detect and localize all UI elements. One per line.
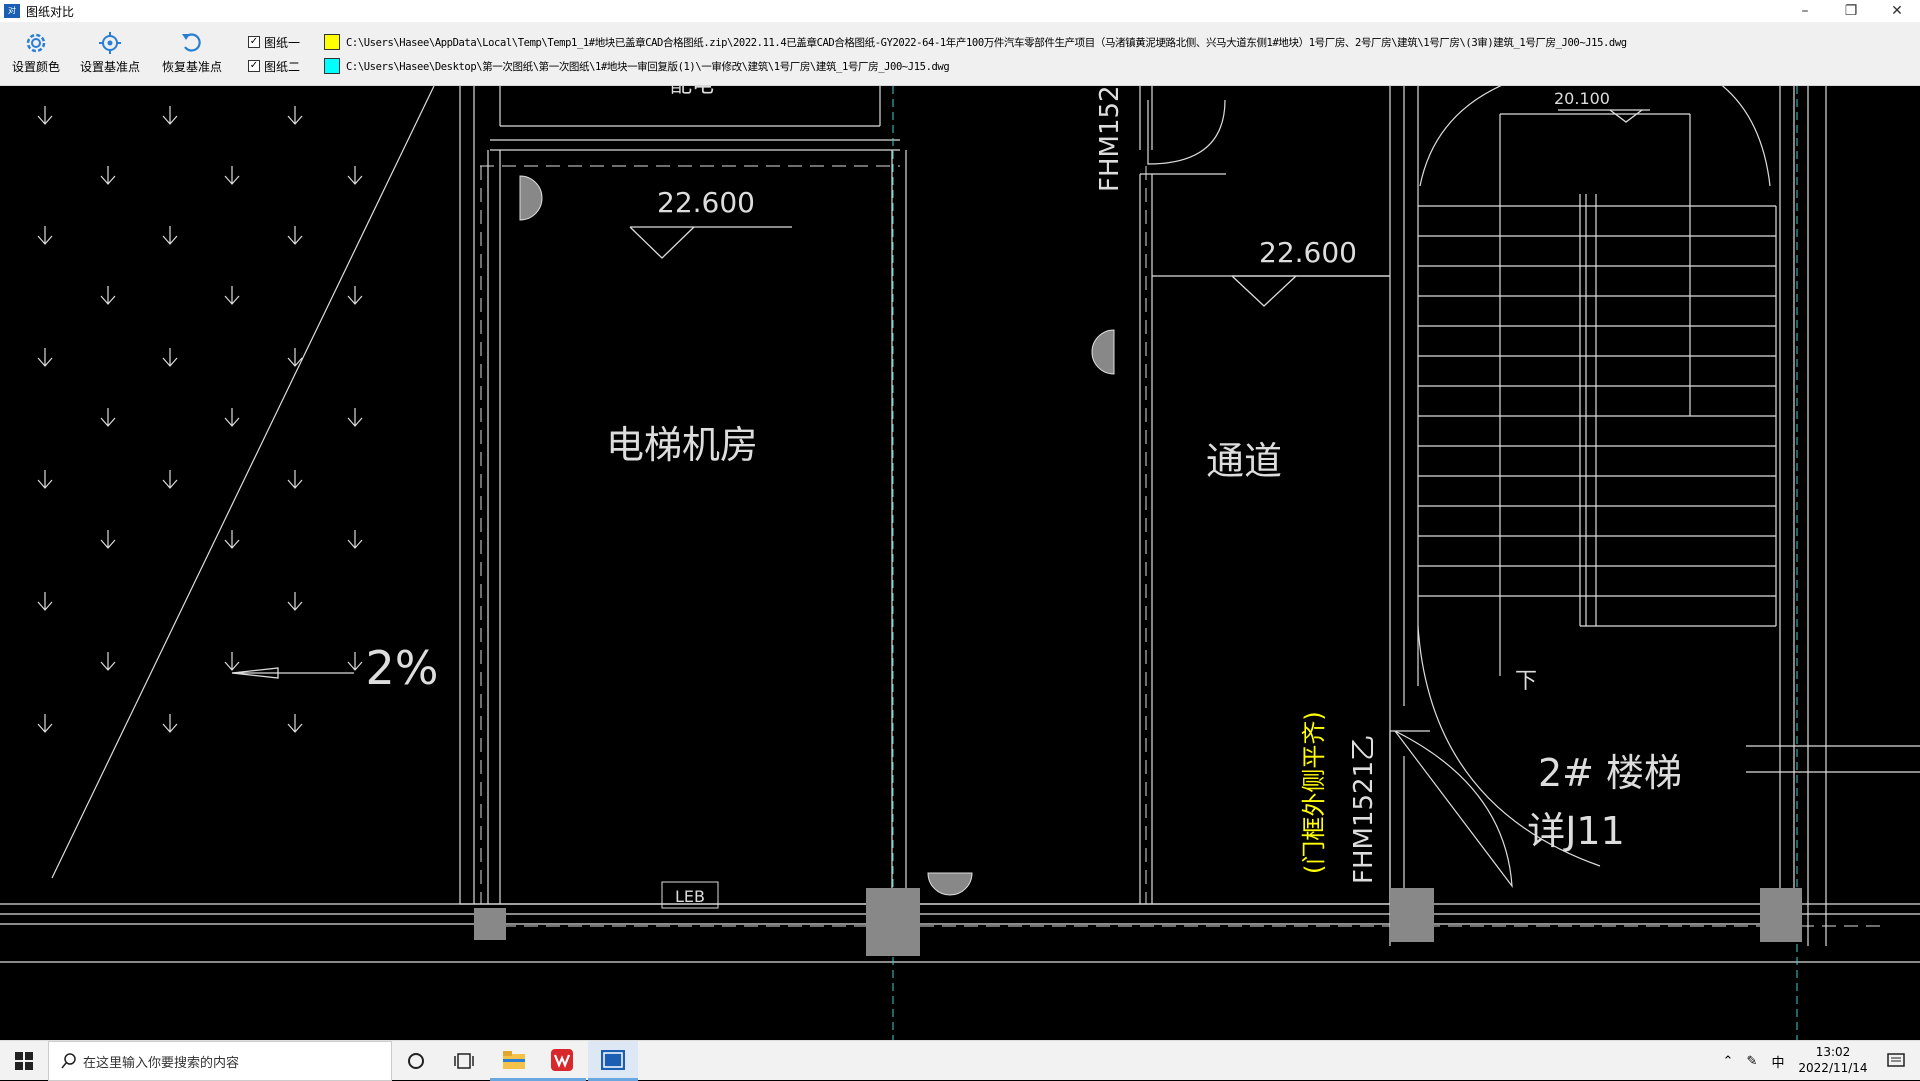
drawing-canvas[interactable]: 22.600 22.600 20.100 电梯机房 通道 2% 2# 楼梯 详J… — [0, 86, 1920, 1040]
set-basepoint-label: 设置基准点 — [79, 60, 140, 74]
level-symbols — [231, 109, 1650, 679]
window-controls: – ❐ ✕ — [1782, 0, 1920, 22]
window-title: 图纸对比 — [26, 4, 75, 19]
cortana-icon — [408, 1053, 424, 1069]
door-note: (门框外侧平齐) — [1300, 711, 1328, 874]
notification-button[interactable] — [1876, 1041, 1916, 1081]
doors — [1147, 99, 1513, 888]
file1-name: 图纸一 — [264, 35, 301, 50]
door-top-label: FHM1521乙 — [1095, 86, 1125, 192]
dashed-lines — [480, 165, 1880, 927]
taskbar: 在这里输入你要搜索的内容 ⌃ ✎ 中 13:02 2022/11/14 — [0, 1040, 1920, 1081]
fixtures — [519, 175, 1115, 909]
level-left: 22.600 — [657, 186, 755, 219]
clock-time: 13:02 — [1815, 1045, 1851, 1059]
file2-checkbox[interactable]: ✓ — [248, 60, 260, 72]
file1-path: C:\Users\Hasee\AppData\Local\Temp\Temp1_… — [346, 36, 1627, 49]
set-color-label: 设置颜色 — [11, 60, 60, 74]
stair-down: 下 — [1515, 669, 1537, 694]
minimize-button[interactable]: – — [1782, 0, 1828, 22]
windows-icon — [15, 1052, 33, 1070]
set-color-button[interactable]: 设置颜色 — [0, 30, 72, 80]
app-icon: 对 — [4, 4, 20, 18]
system-tray: ⌃ ✎ 中 — [1718, 1041, 1790, 1081]
taskbar-cad-compare[interactable] — [588, 1041, 638, 1081]
restore-basepoint-button[interactable]: 恢复基准点 — [156, 30, 228, 80]
top-cut-text: 配电 — [670, 86, 714, 98]
close-button[interactable]: ✕ — [1874, 0, 1920, 22]
clock[interactable]: 13:02 2022/11/14 — [1788, 1044, 1878, 1076]
notification-icon — [1887, 1053, 1905, 1067]
axis-lines — [892, 86, 1798, 1040]
folder-icon — [503, 1050, 525, 1069]
file-row-2: ✓ 图纸二 C:\Users\Hasee\Desktop\第一次图纸\第一次图纸… — [248, 56, 950, 76]
cad-drawing[interactable]: 22.600 22.600 20.100 电梯机房 通道 2% 2# 楼梯 详J… — [0, 86, 1920, 1040]
task-view-icon — [454, 1053, 474, 1069]
diagonal-line — [51, 86, 435, 879]
set-basepoint-button[interactable]: 设置基准点 — [74, 30, 146, 80]
stair-name: 2# 楼梯 — [1538, 751, 1682, 795]
taskbar-search[interactable]: 在这里输入你要搜索的内容 — [48, 1041, 392, 1081]
pen-icon[interactable]: ✎ — [1738, 1054, 1766, 1069]
undo-icon — [182, 33, 201, 52]
room-corridor: 通道 — [1206, 439, 1282, 483]
taskbar-file-explorer[interactable] — [490, 1041, 538, 1081]
tray-expand-icon[interactable]: ⌃ — [1718, 1054, 1738, 1069]
room-elevator: 电梯机房 — [606, 423, 758, 467]
clock-date: 2022/11/14 — [1798, 1061, 1868, 1075]
stair-detail: 详J11 — [1527, 809, 1625, 853]
gear-icon — [26, 33, 46, 53]
slope-label: 2% — [366, 641, 439, 695]
crosshair-icon — [99, 32, 121, 54]
leb-label: LEB — [675, 887, 705, 906]
task-view-button[interactable] — [440, 1041, 488, 1081]
title-bar: 对 图纸对比 – ❐ ✕ — [0, 0, 1920, 22]
taskbar-wps[interactable] — [538, 1041, 586, 1081]
columns — [474, 888, 1802, 956]
file2-path: C:\Users\Hasee\Desktop\第一次图纸\第一次图纸\1#地块一… — [346, 60, 950, 73]
file1-checkbox[interactable]: ✓ — [248, 36, 260, 48]
file1-color-swatch[interactable] — [324, 34, 340, 50]
cad-app-icon — [601, 1049, 625, 1070]
search-icon — [61, 1053, 76, 1069]
wps-icon — [551, 1048, 573, 1071]
restore-button[interactable]: ❐ — [1828, 0, 1874, 22]
search-placeholder: 在这里输入你要搜索的内容 — [83, 1055, 240, 1071]
level-right: 22.600 — [1259, 236, 1357, 269]
door-bottom-label: FHM1521乙 — [1349, 735, 1379, 884]
file-row-1: ✓ 图纸一 C:\Users\Hasee\AppData\Local\Temp\… — [248, 32, 1627, 52]
start-button[interactable] — [0, 1041, 48, 1081]
level-stair: 20.100 — [1554, 89, 1610, 108]
arrow-pattern — [37, 106, 363, 733]
cortana-button[interactable] — [392, 1041, 440, 1081]
walls — [0, 86, 1920, 963]
ime-indicator[interactable]: 中 — [1766, 1052, 1790, 1071]
toolbar: 设置颜色 设置基准点 恢复基准点 ✓ 图纸一 C:\Users\Hasee\Ap… — [0, 22, 1920, 86]
file2-name: 图纸二 — [264, 59, 301, 74]
file2-color-swatch[interactable] — [324, 58, 340, 74]
restore-basepoint-label: 恢复基准点 — [161, 60, 222, 74]
